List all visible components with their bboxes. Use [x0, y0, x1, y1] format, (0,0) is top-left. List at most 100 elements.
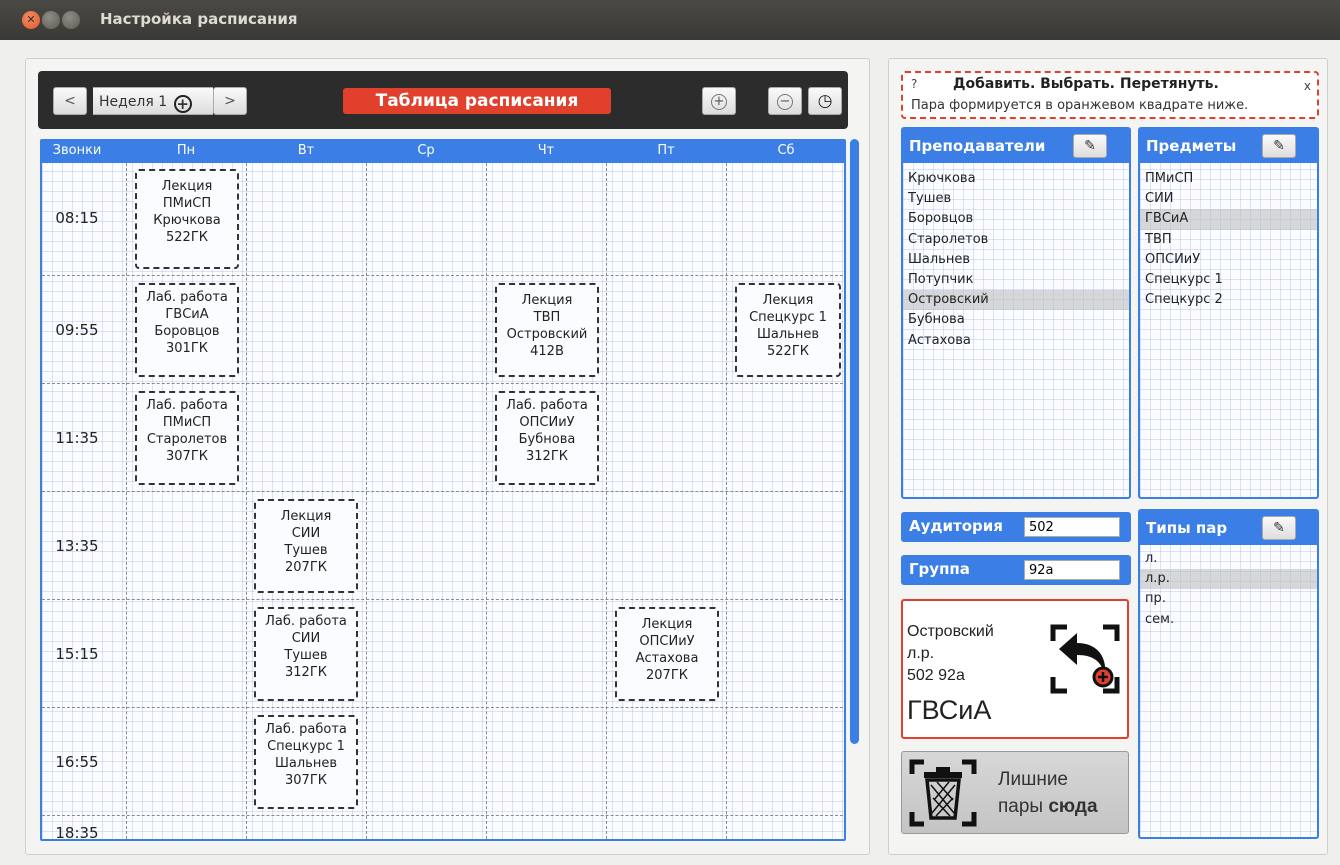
lesson-room: 307ГК [285, 773, 327, 788]
teacher-item[interactable]: Бубнова [903, 310, 1129, 330]
lesson-subject: ТВП [533, 310, 561, 325]
subject-item[interactable]: Спецкурс 2 [1140, 290, 1317, 310]
grid-divider [606, 163, 607, 839]
zoom-in-button[interactable]: + [702, 87, 736, 115]
pair-builder[interactable]: Островский л.р. 502 92а ГВСиА [901, 599, 1129, 739]
pencil-icon: ✎ [1273, 138, 1285, 154]
grid-divider [366, 163, 367, 839]
pair-type-item[interactable]: л. [1140, 549, 1317, 569]
subjects-items: ПМиСП СИИ ГВСиА ТВП ОПСИиУ Спецкурс 1 Сп… [1140, 169, 1317, 310]
add-week-icon[interactable]: + [173, 95, 192, 113]
subject-item-selected[interactable]: ГВСиА [1140, 209, 1317, 230]
header-mon: Пн [176, 143, 196, 158]
lesson-card[interactable]: Лекция Спецкурс 1 Шальнев 522ГК [735, 283, 841, 377]
lesson-type: Лекция [521, 293, 573, 308]
grid-divider [42, 599, 844, 600]
grid-header: Звонки Пн Вт Ср Чт Пт Сб [42, 141, 844, 163]
subject-item[interactable]: Спецкурс 1 [1140, 270, 1317, 290]
time-label: 16:55 [55, 753, 99, 771]
window-minimize-button[interactable] [42, 11, 60, 29]
subject-item[interactable]: СИИ [1140, 189, 1317, 209]
lesson-card[interactable]: Лаб. работа ГВСиА Боровцов 301ГК [135, 283, 239, 377]
grid-divider [726, 163, 727, 839]
teachers-header: Преподаватели ✎ [903, 129, 1129, 163]
trash-label-line2: пары [998, 796, 1049, 817]
help-icon[interactable]: ? [911, 77, 917, 91]
lesson-teacher: Астахова [635, 651, 699, 666]
window-close-button[interactable]: ✕ [22, 11, 40, 29]
edit-pair-types-button[interactable]: ✎ [1262, 516, 1296, 540]
teacher-item[interactable]: Потупчик [903, 270, 1129, 290]
teacher-item[interactable]: Астахова [903, 331, 1129, 351]
teacher-item[interactable]: Боровцов [903, 209, 1129, 229]
chevron-left-icon: < [64, 93, 76, 109]
week-selector[interactable]: Неделя 1 + [93, 87, 213, 115]
lesson-type: Лаб. работа [146, 290, 228, 305]
time-label: 15:15 [55, 645, 99, 663]
subject-item[interactable]: ТВП [1140, 230, 1317, 250]
pair-types-title: Типы пар [1146, 519, 1228, 537]
teacher-item-selected[interactable]: Островский [903, 290, 1129, 311]
lesson-room: 301ГК [166, 341, 208, 356]
group-input[interactable] [1024, 560, 1120, 580]
subject-item[interactable]: ПМиСП [1140, 169, 1317, 189]
lesson-teacher: Старолетов [146, 432, 228, 447]
lesson-subject: ГВСиА [165, 307, 209, 322]
trash-drop-zone[interactable]: Лишние пары сюда [901, 751, 1129, 834]
teacher-item[interactable]: Крючкова [903, 169, 1129, 189]
lesson-teacher: Крючкова [153, 213, 221, 228]
trash-label: Лишние пары сюда [998, 766, 1098, 820]
window-maximize-button[interactable] [62, 11, 80, 29]
lesson-subject: СИИ [291, 526, 321, 541]
lesson-card[interactable]: Лекция СИИ Тушев 207ГК [254, 499, 358, 593]
pair-type-item[interactable]: пр. [1140, 589, 1317, 609]
grid-divider [42, 275, 844, 276]
drag-pair-icon[interactable] [1049, 623, 1121, 695]
room-input[interactable] [1024, 517, 1120, 537]
lesson-room: 307ГК [166, 449, 208, 464]
title-bar: ✕ Настройка расписания [0, 0, 1340, 40]
teacher-item[interactable]: Шальнев [903, 250, 1129, 270]
zoom-out-button[interactable]: − [768, 87, 802, 115]
pair-type-item[interactable]: сем. [1140, 610, 1317, 630]
trash-label-line1: Лишние [998, 769, 1068, 790]
editor-panel: ? Добавить. Выбрать. Перетянуть. x Пара … [888, 58, 1328, 855]
teacher-item[interactable]: Тушев [903, 189, 1129, 209]
edit-subjects-button[interactable]: ✎ [1262, 134, 1296, 158]
lesson-subject: Спецкурс 1 [749, 310, 827, 325]
lesson-card[interactable]: Лаб. работа ОПСИиУ Бубнова 312ГК [495, 391, 599, 485]
schedule-panel: < Неделя 1 + > Таблица расписания + − ◷ … [25, 58, 870, 855]
pair-types-header: Типы пар ✎ [1140, 511, 1317, 545]
trash-icon [909, 759, 977, 827]
zoom-out-icon: − [777, 94, 793, 110]
lesson-card[interactable]: Лаб. работа СИИ Тушев 312ГК [254, 607, 358, 701]
lesson-card[interactable]: Лаб. работа Спецкурс 1 Шальнев 307ГК [254, 715, 358, 809]
pair-type-item-selected[interactable]: л.р. [1140, 569, 1317, 590]
hint-headline: Добавить. Выбрать. Перетянуть. [953, 76, 1219, 92]
subject-item[interactable]: ОПСИиУ [1140, 250, 1317, 270]
hint-close-button[interactable]: x [1304, 79, 1311, 93]
pair-types-list: Типы пар ✎ л. л.р. пр. сем. [1138, 509, 1319, 839]
lesson-card[interactable]: Лекция ОПСИиУ Астахова 207ГК [615, 607, 719, 701]
timetable-grid[interactable]: Звонки Пн Вт Ср Чт Пт Сб 08:15 09:55 11:… [40, 139, 846, 841]
header-thu: Чт [537, 143, 555, 158]
lesson-card[interactable]: Лекция ПМиСП Крючкова 522ГК [135, 169, 239, 269]
prev-week-button[interactable]: < [53, 87, 87, 115]
next-week-button[interactable]: > [213, 87, 247, 115]
lesson-card[interactable]: Лекция ТВП Островский 412В [495, 283, 599, 377]
pair-type: л.р. [907, 645, 935, 662]
lesson-card[interactable]: Лаб. работа ПМиСП Старолетов 307ГК [135, 391, 239, 485]
grid-scrollbar[interactable] [850, 139, 859, 744]
lesson-room: 207ГК [646, 668, 688, 683]
time-label: 08:15 [55, 209, 99, 227]
edit-teachers-button[interactable]: ✎ [1073, 134, 1107, 158]
grid-divider [246, 163, 247, 839]
lesson-subject: Спецкурс 1 [267, 739, 345, 754]
trash-label-emphasis: сюда [1048, 796, 1098, 817]
lesson-subject: ПМиСП [162, 196, 212, 211]
pair-room-group: 502 92а [907, 667, 965, 684]
clock-button[interactable]: ◷ [808, 87, 842, 115]
subjects-header: Предметы ✎ [1140, 129, 1317, 163]
teacher-item[interactable]: Старолетов [903, 230, 1129, 250]
lesson-room: 312ГК [526, 449, 568, 464]
